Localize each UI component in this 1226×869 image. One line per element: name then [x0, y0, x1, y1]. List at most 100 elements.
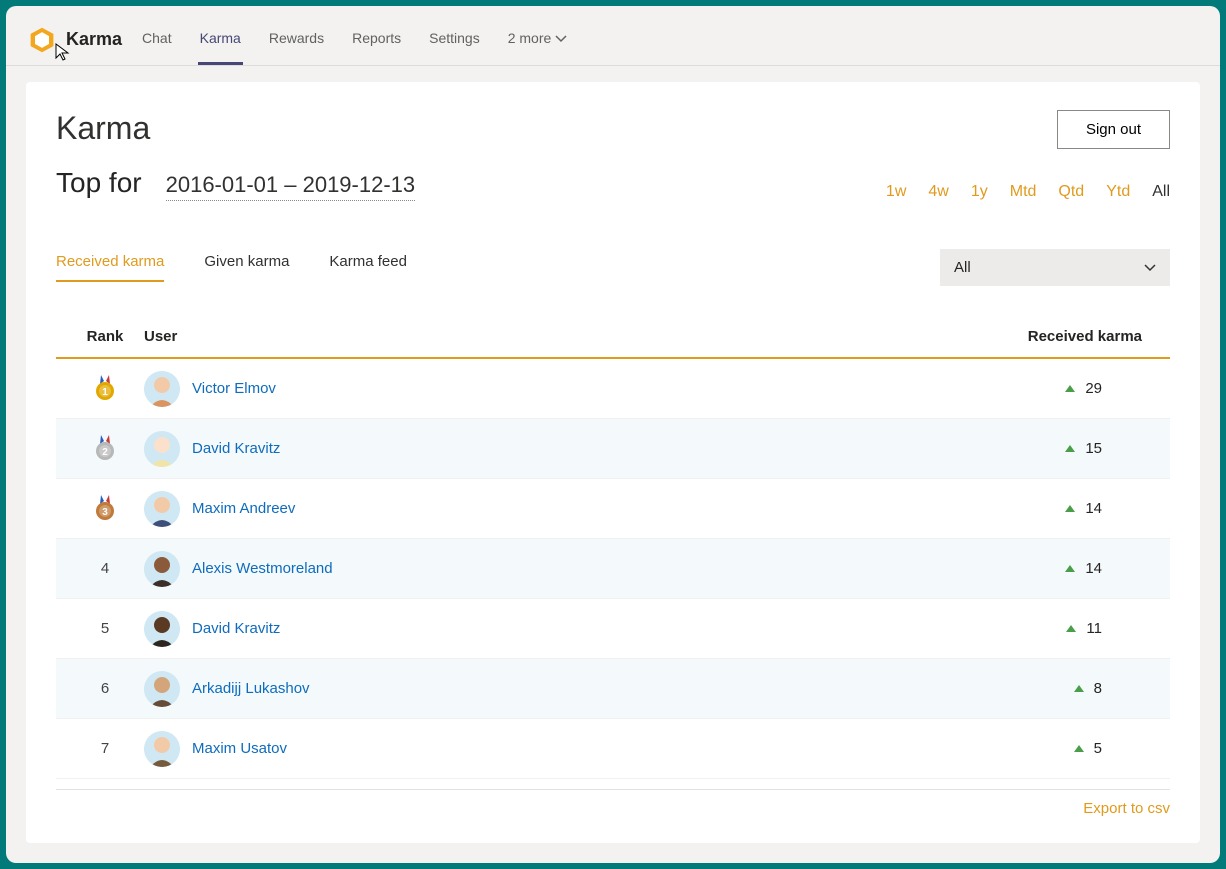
subtab-given-karma[interactable]: Given karma [204, 253, 289, 282]
top-tab-more[interactable]: 2 more [506, 14, 570, 65]
chevron-down-icon [1144, 262, 1156, 274]
table-row: 6 Arkadijj Lukashov 8 [56, 659, 1170, 719]
avatar [144, 371, 180, 407]
trend-up-icon [1065, 445, 1075, 452]
col-header-rank: Rank [66, 328, 144, 345]
table-row: 7 Maxim Usatov 5 [56, 719, 1170, 779]
user-cell: Arkadijj Lukashov [144, 671, 990, 707]
content-area: Karma Sign out Top for 2016-01-01 – 2019… [6, 66, 1220, 863]
user-cell: David Kravitz [144, 611, 990, 647]
top-tab-karma[interactable]: Karma [198, 14, 243, 65]
karma-cell: 8 [990, 680, 1160, 697]
subheading: Top for 2016-01-01 – 2019-12-13 [56, 167, 415, 201]
user-cell: David Kravitz [144, 431, 990, 467]
rank-cell: 7 [66, 740, 144, 757]
rank-number: 6 [101, 680, 109, 697]
top-tab-rewards[interactable]: Rewards [267, 14, 326, 65]
rank-number: 4 [101, 560, 109, 577]
rank-cell: 2 [66, 435, 144, 463]
range-tab-ytd[interactable]: Ytd [1106, 183, 1130, 201]
channel-filter-select[interactable]: All [940, 249, 1170, 286]
medal-gold-icon: 1 [93, 375, 117, 403]
trend-up-icon [1065, 385, 1075, 392]
user-link[interactable]: Maxim Andreev [192, 500, 295, 517]
range-tab-1w[interactable]: 1w [886, 183, 906, 201]
svg-text:2: 2 [102, 447, 108, 458]
user-cell: Victor Elmov [144, 371, 990, 407]
range-tab-4w[interactable]: 4w [928, 183, 948, 201]
trend-up-icon [1074, 685, 1084, 692]
range-tab-1y[interactable]: 1y [971, 183, 988, 201]
karma-value: 15 [1085, 440, 1102, 457]
date-range-picker[interactable]: 2016-01-01 – 2019-12-13 [166, 172, 416, 201]
rank-cell: 1 [66, 375, 144, 403]
trend-up-icon [1066, 625, 1076, 632]
top-bar: Karma Chat Karma Rewards Reports Settings 2 m… [6, 6, 1220, 66]
table-row: 4 Alexis Westmoreland 14 [56, 539, 1170, 599]
avatar [144, 551, 180, 587]
rank-cell: 4 [66, 560, 144, 577]
rank-cell: 6 [66, 680, 144, 697]
time-range-tabs: 1w 4w 1y Mtd Qtd Ytd All [886, 183, 1170, 201]
karma-cell: 5 [990, 740, 1160, 757]
main-card: Karma Sign out Top for 2016-01-01 – 2019… [26, 82, 1200, 843]
user-link[interactable]: David Kravitz [192, 620, 280, 637]
avatar [144, 731, 180, 767]
top-tab-reports[interactable]: Reports [350, 14, 403, 65]
subtab-received-karma[interactable]: Received karma [56, 253, 164, 282]
karma-value: 8 [1094, 680, 1102, 697]
top-tabs: Chat Karma Rewards Reports Settings 2 more [140, 14, 569, 65]
channel-filter-value: All [954, 259, 971, 276]
top-for-label: Top for [56, 167, 142, 199]
user-cell: Maxim Usatov [144, 731, 990, 767]
table-row: 3 Maxim Andreev 14 [56, 479, 1170, 539]
top-tab-more-label: 2 more [508, 30, 552, 46]
trend-up-icon [1065, 505, 1075, 512]
range-tab-mtd[interactable]: Mtd [1010, 183, 1037, 201]
table-divider [56, 789, 1170, 790]
user-link[interactable]: David Kravitz [192, 440, 280, 457]
app-window: Karma Chat Karma Rewards Reports Settings 2 m… [6, 6, 1220, 863]
export-csv-link[interactable]: Export to csv [1083, 800, 1170, 817]
top-tab-settings[interactable]: Settings [427, 14, 482, 65]
col-header-user: User [144, 328, 990, 345]
avatar [144, 431, 180, 467]
rank-cell: 3 [66, 495, 144, 523]
medal-silver-icon: 2 [93, 435, 117, 463]
user-link[interactable]: Alexis Westmoreland [192, 560, 333, 577]
karma-hexagon-icon [28, 26, 56, 54]
avatar [144, 671, 180, 707]
table-header: Rank User Received karma [56, 316, 1170, 359]
col-header-karma: Received karma [990, 328, 1160, 345]
user-link[interactable]: Victor Elmov [192, 380, 276, 397]
table-row: 1 Victor Elmov 29 [56, 359, 1170, 419]
top-tab-chat[interactable]: Chat [140, 14, 174, 65]
chevron-down-icon [555, 32, 567, 44]
svg-text:3: 3 [102, 507, 108, 518]
karma-cell: 15 [990, 440, 1160, 457]
app-name: Karma [66, 29, 122, 50]
range-tab-all[interactable]: All [1152, 183, 1170, 201]
karma-value: 29 [1085, 380, 1102, 397]
rank-number: 7 [101, 740, 109, 757]
table-row: 2 David Kravitz 15 [56, 419, 1170, 479]
karma-cell: 14 [990, 500, 1160, 517]
subtab-karma-feed[interactable]: Karma feed [329, 253, 407, 282]
signout-button[interactable]: Sign out [1057, 110, 1170, 149]
karma-value: 14 [1085, 560, 1102, 577]
user-cell: Alexis Westmoreland [144, 551, 990, 587]
avatar [144, 611, 180, 647]
karma-cell: 29 [990, 380, 1160, 397]
user-link[interactable]: Arkadijj Lukashov [192, 680, 310, 697]
karma-value: 5 [1094, 740, 1102, 757]
trend-up-icon [1065, 565, 1075, 572]
rank-number: 5 [101, 620, 109, 637]
user-link[interactable]: Maxim Usatov [192, 740, 287, 757]
karma-value: 14 [1085, 500, 1102, 517]
user-cell: Maxim Andreev [144, 491, 990, 527]
leaderboard-table: Rank User Received karma 1 Victor Elmov 29… [56, 316, 1170, 817]
medal-bronze-icon: 3 [93, 495, 117, 523]
range-tab-qtd[interactable]: Qtd [1058, 183, 1084, 201]
page-title: Karma [56, 110, 150, 147]
karma-subtabs: Received karma Given karma Karma feed [56, 253, 407, 282]
